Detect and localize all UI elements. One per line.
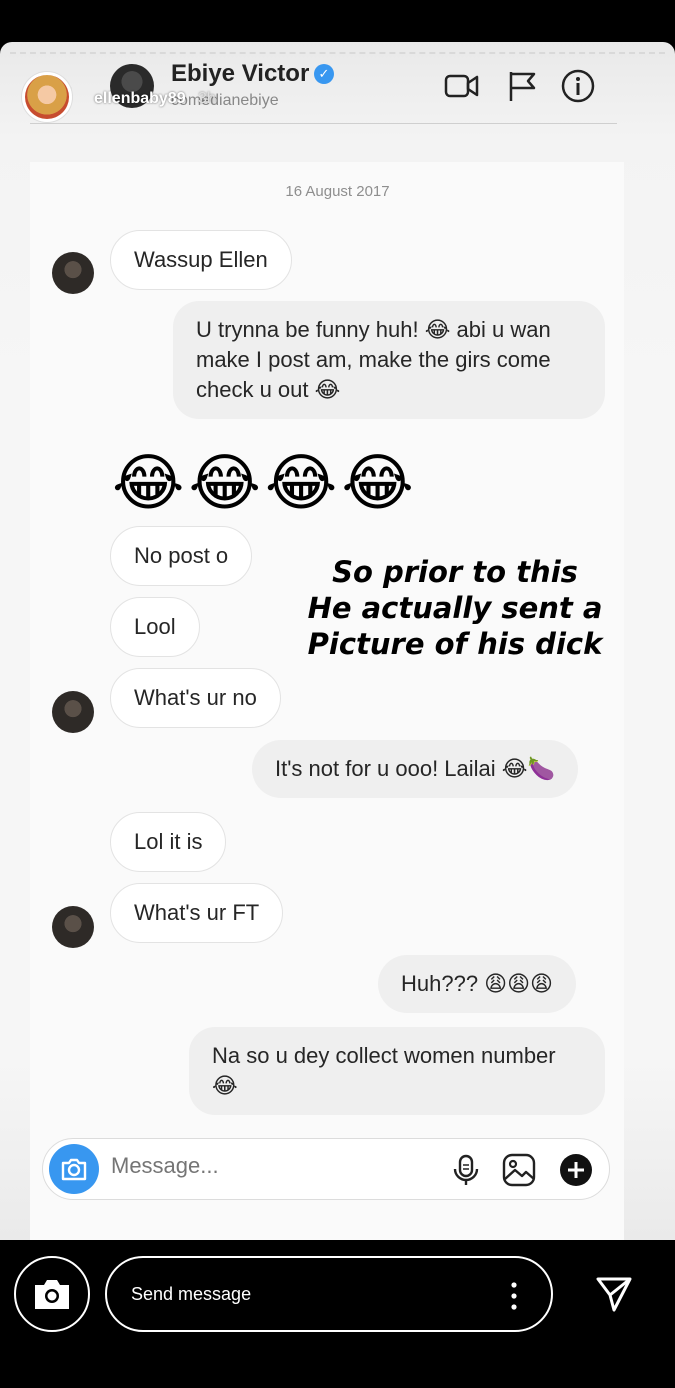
contact-avatar-small: [52, 906, 94, 948]
send-message-label: Send message: [131, 1284, 252, 1304]
contact-avatar-small: [52, 691, 94, 733]
message-outgoing: It's not for u ooo! Lailai 😂🍆: [252, 740, 578, 798]
date-separator: 16 August 2017: [285, 183, 390, 200]
story-progress-bar: [10, 52, 665, 55]
camera-button[interactable]: [49, 1144, 99, 1194]
verified-badge-icon: ✓: [314, 64, 334, 84]
message-outgoing: U trynna be funny huh! 😂 abi u wan make …: [173, 301, 605, 419]
flag-icon[interactable]: [504, 68, 540, 104]
header-divider: [30, 123, 617, 124]
story-card: ‹ Ebiye Victor ✓ comedianebiye ellenbaby…: [0, 42, 675, 1240]
caption-line: He actually sent a: [307, 591, 603, 625]
camera-icon: [35, 1280, 69, 1309]
story-avatar[interactable]: [22, 72, 72, 122]
caption-line: Picture of his dick: [307, 627, 603, 661]
message-composer: [42, 1138, 610, 1200]
camera-icon: [61, 1158, 87, 1181]
video-camera-icon[interactable]: [444, 68, 480, 104]
contact-name[interactable]: Ebiye Victor: [171, 60, 309, 88]
story-caption: So prior to this He actually sent a Pict…: [300, 554, 610, 662]
message-outgoing: Na so u dey collect women number 😂: [189, 1027, 605, 1115]
message-outgoing: Huh??? 😩😩😩: [378, 955, 576, 1013]
send-message-field[interactable]: Send message: [105, 1256, 553, 1332]
story-username[interactable]: ellenbaby89: [94, 90, 186, 108]
message-incoming: What's ur no: [110, 668, 281, 728]
more-vertical-icon[interactable]: [511, 1282, 517, 1310]
message-incoming: Lool: [110, 597, 200, 657]
send-icon[interactable]: [594, 1274, 634, 1314]
message-input[interactable]: [111, 1153, 431, 1179]
story-camera-button[interactable]: [14, 1256, 90, 1332]
message-incoming: Wassup Ellen: [110, 230, 292, 290]
gallery-icon[interactable]: [501, 1152, 537, 1188]
contact-handle: comedianebiye: [171, 92, 279, 109]
caption-line: So prior to this: [332, 555, 578, 589]
plus-circle-icon[interactable]: [558, 1152, 594, 1188]
story-time: 3h: [198, 90, 216, 107]
emoji-message: 😂😂😂😂: [112, 449, 418, 518]
message-incoming: Lol it is: [110, 812, 227, 872]
microphone-icon[interactable]: [448, 1152, 484, 1188]
contact-avatar-small: [52, 252, 94, 294]
message-incoming: No post o: [110, 526, 253, 586]
message-incoming: What's ur FT: [110, 883, 284, 943]
info-icon[interactable]: [560, 68, 596, 104]
